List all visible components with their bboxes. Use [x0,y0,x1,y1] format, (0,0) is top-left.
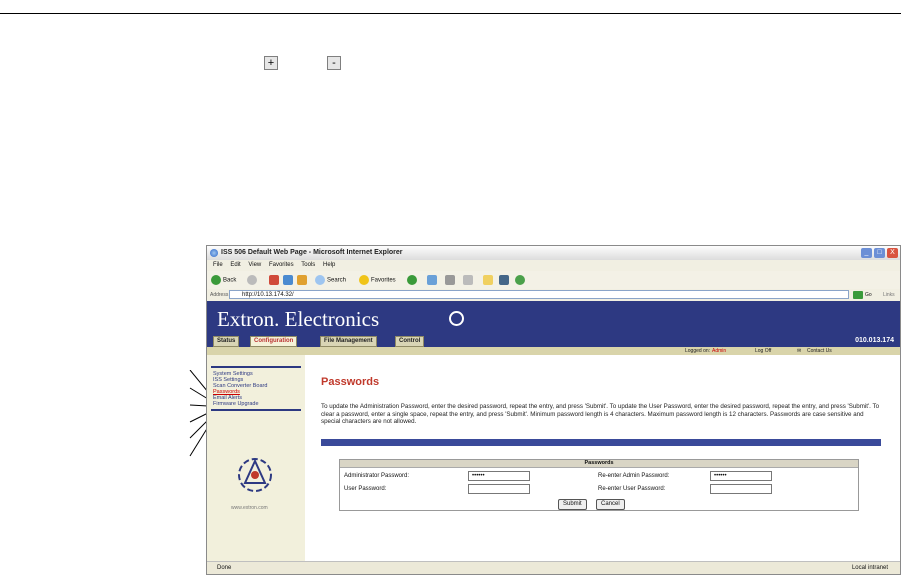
tab-control[interactable]: Control [395,336,425,347]
password-form: Passwords Administrator Password: ••••••… [339,459,859,511]
section-bar [321,439,881,446]
address-url: http://10.13.174.32/ [242,292,294,298]
sidebar-bottom-rule [211,409,301,411]
folder-button[interactable] [483,275,495,285]
zoom-out-button[interactable]: - [327,56,341,70]
star-icon [359,275,369,285]
site-brand: Extron. Electronics [217,307,380,331]
user-password-label: User Password: [344,486,387,492]
refresh-icon [283,275,293,285]
page-description: To update the Administration Password, e… [321,403,880,425]
home-button[interactable] [297,275,309,285]
logged-on-label: Logged on: [685,348,711,354]
sidebar-top-rule [211,366,301,368]
contact-us-link[interactable]: Contact Us [807,348,832,354]
research-icon [499,275,509,285]
messenger-button[interactable] [515,275,527,285]
admin-password-label: Administrator Password: [344,473,410,479]
tab-file-management[interactable]: File Management [320,336,377,347]
sidebar-item-firmware-upgrade[interactable]: Firmware Upgrade [213,401,259,407]
sidebar: System Settings ISS Settings Scan Conver… [207,355,305,562]
ie-icon [210,249,218,257]
page-title: Passwords [321,376,380,388]
sidebar-website[interactable]: www.extron.com [231,505,268,511]
main-content: Passwords To update the Administration P… [319,355,896,562]
address-label: Address [210,292,229,298]
forward-button[interactable] [247,275,259,285]
user-password-input[interactable] [468,484,530,494]
back-arrow-icon [211,275,221,285]
go-arrow-icon[interactable] [853,291,863,299]
history-button[interactable] [407,275,419,285]
window-title: ISS 506 Default Web Page - Microsoft Int… [221,249,403,256]
mail-button[interactable] [427,275,439,285]
favorites-button[interactable]: Favorites [359,275,396,285]
history-icon [407,275,417,285]
reenter-admin-password-input[interactable]: •••••• [710,471,772,481]
stop-icon [269,275,279,285]
tab-status[interactable]: Status [213,336,240,347]
go-button[interactable]: Go [865,292,872,298]
home-icon [297,275,307,285]
reenter-user-password-input[interactable] [710,484,772,494]
menu-view[interactable]: View [248,262,261,268]
back-button[interactable]: Back [211,275,236,285]
forward-arrow-icon [247,275,257,285]
extron-logo-icon [238,458,272,492]
tab-configuration[interactable]: Configuration [250,336,298,347]
search-icon [315,275,325,285]
maximize-button[interactable]: □ [874,248,885,258]
folder-icon [483,275,493,285]
status-zone: Local intranet [851,565,888,571]
page-top-rule [0,13,901,14]
device-ip: 010.013.174 [855,337,894,344]
mail-icon [427,275,437,285]
stop-button[interactable] [269,275,281,285]
edit-button[interactable] [463,275,475,285]
print-icon [445,275,455,285]
reenter-user-password-label: Re-enter User Password: [598,486,666,492]
print-button[interactable] [445,275,457,285]
admin-password-input[interactable]: •••••• [468,471,530,481]
window-titlebar: ISS 506 Default Web Page - Microsoft Int… [207,246,900,261]
form-header: Passwords [340,460,858,468]
address-input[interactable]: http://10.13.174.32/ [229,290,849,299]
status-done: Done [217,565,232,571]
browser-status-bar: Done Local intranet [207,561,900,574]
login-strip: Logged on: Admin Log Off ✉ Contact Us [207,347,900,355]
search-button[interactable]: Search [315,275,346,285]
research-button[interactable] [499,275,511,285]
site-banner: Extron. Electronics [207,301,900,334]
site-tab-row: Status Configuration File Management Con… [207,334,900,347]
browser-window: ISS 506 Default Web Page - Microsoft Int… [206,245,901,575]
menu-edit[interactable]: Edit [230,262,240,268]
refresh-button[interactable] [283,275,295,285]
browser-toolbar: Back Search Favorites [207,271,900,290]
log-off-link[interactable]: Log Off [755,348,771,354]
minimize-button[interactable]: _ [861,248,872,258]
cancel-button[interactable]: Cancel [596,499,625,510]
edit-icon [463,275,473,285]
messenger-icon [515,275,525,285]
links-button[interactable]: Links [883,292,895,298]
submit-button[interactable]: Submit [558,499,587,510]
web-page: Extron. Electronics Status Configuration… [207,301,900,562]
menu-file[interactable]: File [213,262,223,268]
reenter-admin-password-label: Re-enter Admin Password: [598,473,670,479]
menu-help[interactable]: Help [323,262,335,268]
mail-envelope-icon: ✉ [797,348,802,354]
logged-on-user: Admin [712,348,727,354]
globe-icon [449,311,464,326]
zoom-in-button[interactable]: + [264,56,278,70]
menu-tools[interactable]: Tools [301,262,315,268]
menu-favorites[interactable]: Favorites [269,262,294,268]
close-button[interactable]: X [887,248,898,258]
